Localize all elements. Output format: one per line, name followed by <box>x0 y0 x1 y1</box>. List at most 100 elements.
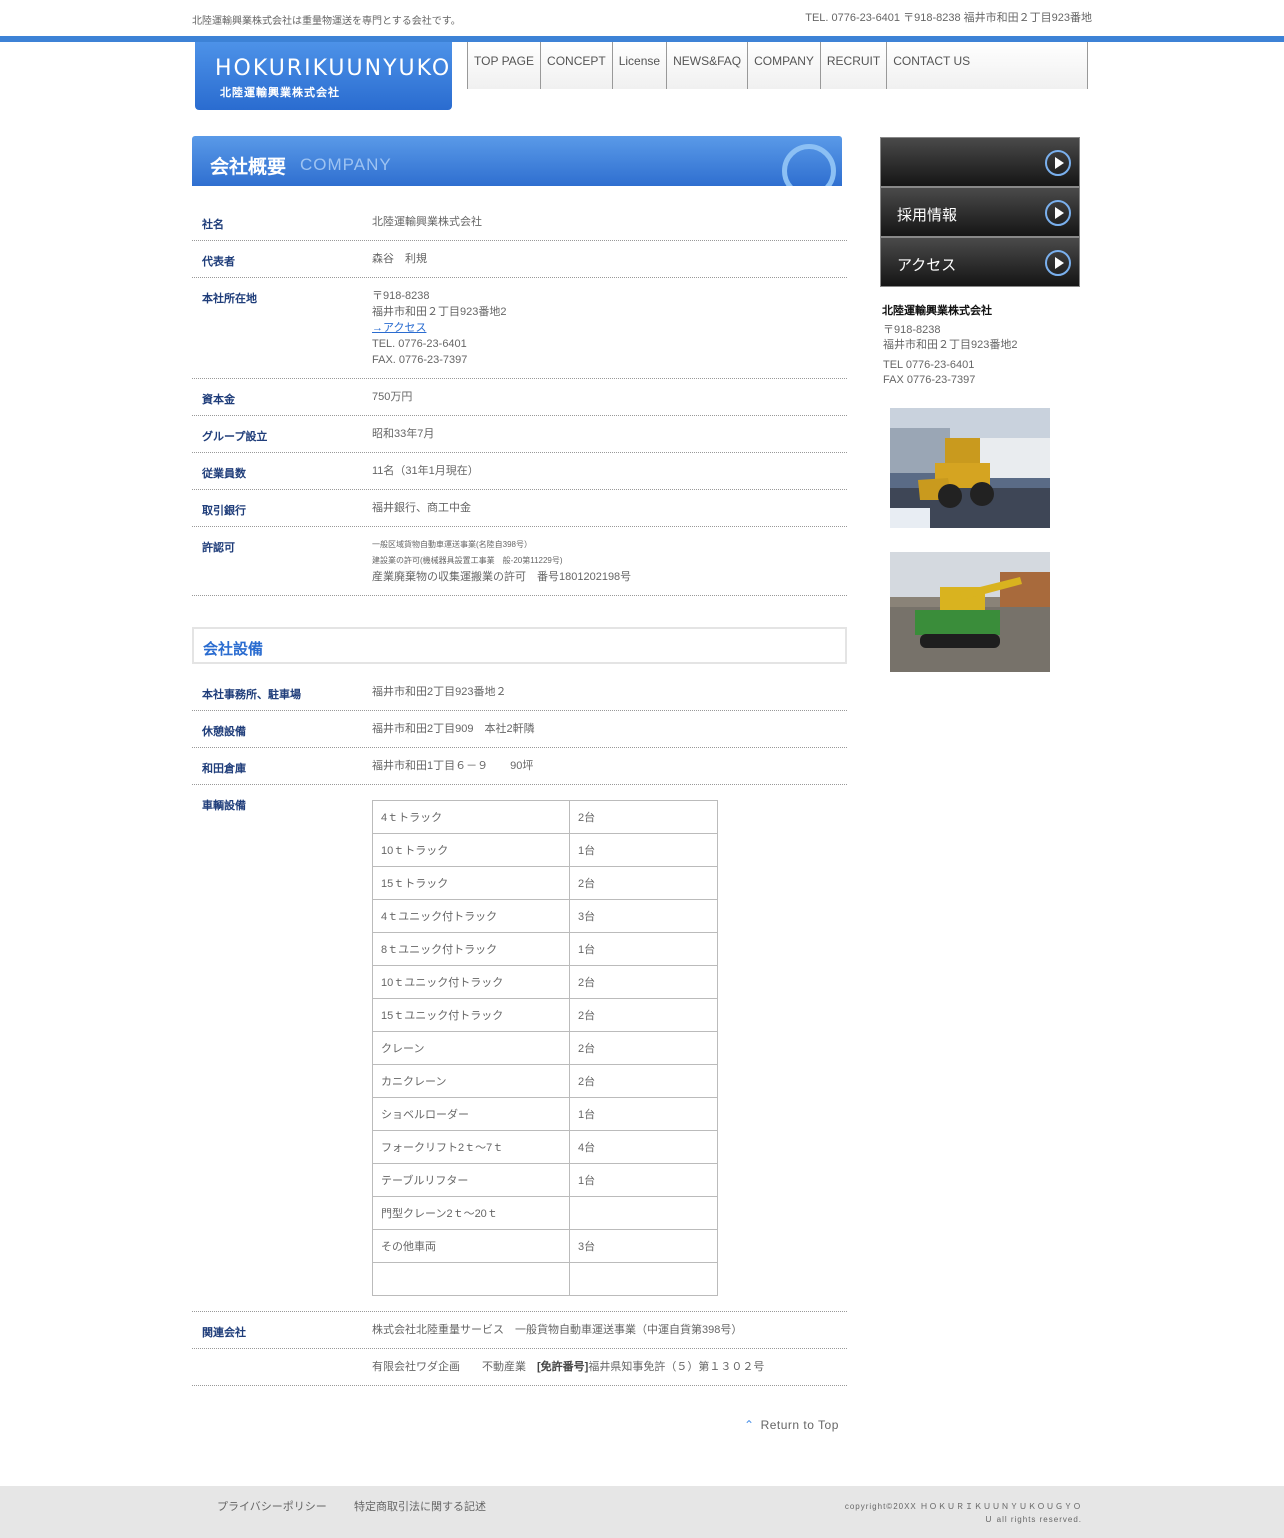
vehicle-count: 2台 <box>569 1031 718 1065</box>
sidebar-recruit-label: 採用情報 <box>897 207 958 224</box>
wheel-loader-photo <box>890 408 1050 528</box>
nav-contact-us[interactable]: CONTACT US <box>886 42 976 89</box>
vehicle-count: 1台 <box>569 1097 718 1131</box>
hq-zip: 〒918-8238 <box>372 290 430 302</box>
vehicle-name: 10ｔトラック <box>372 833 570 867</box>
row-label: 本社所在地 <box>202 293 257 305</box>
table-row: フォークリフト2ｔ～7ｔ 4台 <box>372 1130 718 1164</box>
facilities-heading: 会社設備 <box>192 627 847 664</box>
row-value: 昭和33年7月 <box>372 428 435 440</box>
sidebar-address: 〒918-8238 福井市和田２丁目923番地2 <box>883 323 1017 353</box>
row-label: 資本金 <box>202 394 235 406</box>
nav-news-faq[interactable]: NEWS&FAQ <box>666 42 747 89</box>
return-to-top-link[interactable]: ⌃ Return to Top <box>744 1418 839 1432</box>
global-nav: TOP PAGE CONCEPT License NEWS&FAQ COMPAN… <box>467 42 1088 89</box>
vehicle-name: 15ｔトラック <box>372 866 570 900</box>
table-row: 4ｔトラック 2台 <box>372 800 718 834</box>
row-office: 本社事務所、駐車場 福井市和田2丁目923番地２ <box>192 674 847 711</box>
row-representative: 代表者 森谷 利規 <box>192 241 847 278</box>
vehicle-name: テーブルリフター <box>372 1163 570 1197</box>
table-row: その他車両 3台 <box>372 1229 718 1263</box>
related-2-text: 有限会社ワダ企画 不動産業 <box>372 1361 537 1373</box>
row-label: グループ設立 <box>202 431 268 443</box>
row-label: 取引銀行 <box>202 505 246 517</box>
table-row: 15ｔトラック 2台 <box>372 866 718 900</box>
vehicle-name: その他車両 <box>372 1229 570 1263</box>
row-capital: 資本金 750万円 <box>192 379 847 416</box>
row-warehouse: 和田倉庫 福井市和田1丁目６－９ 90坪 <box>192 748 847 785</box>
license-list: 一般区域貨物自動車運送事業(名陸自398号） 建設業の許可(機械器具設置工事業 … <box>372 537 631 585</box>
vehicle-count <box>569 1196 718 1230</box>
sidebar-recruit-button[interactable]: 採用情報 <box>880 187 1080 237</box>
row-related-company-1: 関連会社 株式会社北陸重量サービス 一般貨物自動車運送事業（中運自貨第398号） <box>192 1312 847 1349</box>
row-label: 休憩設備 <box>202 726 246 738</box>
logo-text-en: HOKURIKUUNYUKOUGYO <box>215 56 452 81</box>
sidebar-banner-top[interactable] <box>880 137 1080 187</box>
sidebar-zip: 〒918-8238 <box>883 324 941 336</box>
table-row: 8ｔユニック付トラック 1台 <box>372 932 718 966</box>
vehicle-name: 15ｔユニック付トラック <box>372 998 570 1032</box>
caret-up-icon: ⌃ <box>744 1418 755 1432</box>
row-label: 和田倉庫 <box>202 763 246 775</box>
vehicle-name: カニクレーン <box>372 1064 570 1098</box>
nav-license[interactable]: License <box>611 42 666 89</box>
row-label: 関連会社 <box>202 1327 246 1339</box>
row-value: 11名（31年1月現在） <box>372 465 479 477</box>
vehicle-name: フォークリフト2ｔ～7ｔ <box>372 1130 570 1164</box>
vehicle-count: 2台 <box>569 800 718 834</box>
row-founded: グループ設立 昭和33年7月 <box>192 416 847 453</box>
sidebar-tel: TEL 0776-23-6401 <box>883 359 975 371</box>
play-arrow-icon <box>1045 150 1071 176</box>
row-rest-facility: 休憩設備 福井市和田2丁目909 本社2軒隣 <box>192 711 847 748</box>
site-tagline: 北陸運輸興業株式会社は重量物運送を専門とする会社です。 <box>192 16 461 27</box>
table-row: 門型クレーン2ｔ～20ｔ <box>372 1196 718 1230</box>
section-title-en: COMPANY <box>300 155 392 174</box>
license-item: 建設業の許可(機械器具設置工事業 般-20第11229号) <box>372 556 563 565</box>
vehicle-count: 2台 <box>569 965 718 999</box>
row-licenses: 許認可 一般区域貨物自動車運送事業(名陸自398号） 建設業の許可(機械器具設置… <box>192 527 847 596</box>
sidebar-access-label: アクセス <box>897 257 957 274</box>
row-value: 北陸運輸興業株式会社 <box>372 216 482 228</box>
row-value: 750万円 <box>372 391 413 403</box>
license-number-label: [免許番号] <box>537 1361 589 1373</box>
nav-company[interactable]: COMPANY <box>747 42 820 89</box>
nav-concept[interactable]: CONCEPT <box>540 42 612 89</box>
access-link[interactable]: →アクセス <box>372 322 426 334</box>
table-row: テーブルリフター 1台 <box>372 1163 718 1197</box>
vehicle-count: 2台 <box>569 866 718 900</box>
tokutei-link[interactable]: 特定商取引法に関する記述 <box>354 1498 486 1514</box>
nav-top-page[interactable]: TOP PAGE <box>467 42 540 89</box>
vehicle-name: クレーン <box>372 1031 570 1065</box>
table-row: クレーン 2台 <box>372 1031 718 1065</box>
row-label: 許認可 <box>202 542 235 554</box>
sidebar-fax: FAX 0776-23-7397 <box>883 374 976 386</box>
row-value: 福井銀行、商工中金 <box>372 502 471 514</box>
vehicle-count: 1台 <box>569 932 718 966</box>
vehicle-name <box>372 1262 570 1296</box>
table-row: 4ｔユニック付トラック 3台 <box>372 899 718 933</box>
row-label: 本社事務所、駐車場 <box>202 689 301 701</box>
privacy-policy-link[interactable]: プライバシーポリシー <box>217 1498 327 1514</box>
row-value: 福井市和田2丁目923番地２ <box>372 686 507 698</box>
hq-details: 〒918-8238 福井市和田２丁目923番地2 →アクセス TEL. 0776… <box>372 288 506 368</box>
section-title-ja: 会社概要 <box>210 157 287 178</box>
copyright: copyright©20XX ＨＯＫＵＲＩＫＵＵＮＹＵＫＯＵＧＹＯＵ all r… <box>844 1502 1082 1524</box>
site-logo[interactable]: HOKURIKUUNYUKOUGYO 北陸運輸興業株式会社 <box>195 42 452 110</box>
table-row: カニクレーン 2台 <box>372 1064 718 1098</box>
row-label: 社名 <box>202 219 224 231</box>
related-2-license: 福井県知事免許（５）第１３０２号 <box>588 1361 765 1373</box>
row-banks: 取引銀行 福井銀行、商工中金 <box>192 490 847 527</box>
table-row: 10ｔユニック付トラック 2台 <box>372 965 718 999</box>
table-row: 10ｔトラック 1台 <box>372 833 718 867</box>
table-row: ショベルローダー 1台 <box>372 1097 718 1131</box>
logo-text-ja: 北陸運輸興業株式会社 <box>220 87 340 99</box>
nav-recruit[interactable]: RECRUIT <box>819 42 886 89</box>
row-label: 代表者 <box>202 256 235 268</box>
section-header-company: 会社概要 COMPANY <box>192 136 842 186</box>
row-value: 福井市和田2丁目909 本社2軒隣 <box>372 723 535 735</box>
site-footer: プライバシーポリシー 特定商取引法に関する記述 copyright©20XX Ｈ… <box>0 1486 1284 1538</box>
sidebar-access-button[interactable]: アクセス <box>880 237 1080 287</box>
vehicle-count: 2台 <box>569 998 718 1032</box>
sidebar-company-name: 北陸運輸興業株式会社 <box>882 305 992 317</box>
row-employees: 従業員数 11名（31年1月現在） <box>192 453 847 490</box>
